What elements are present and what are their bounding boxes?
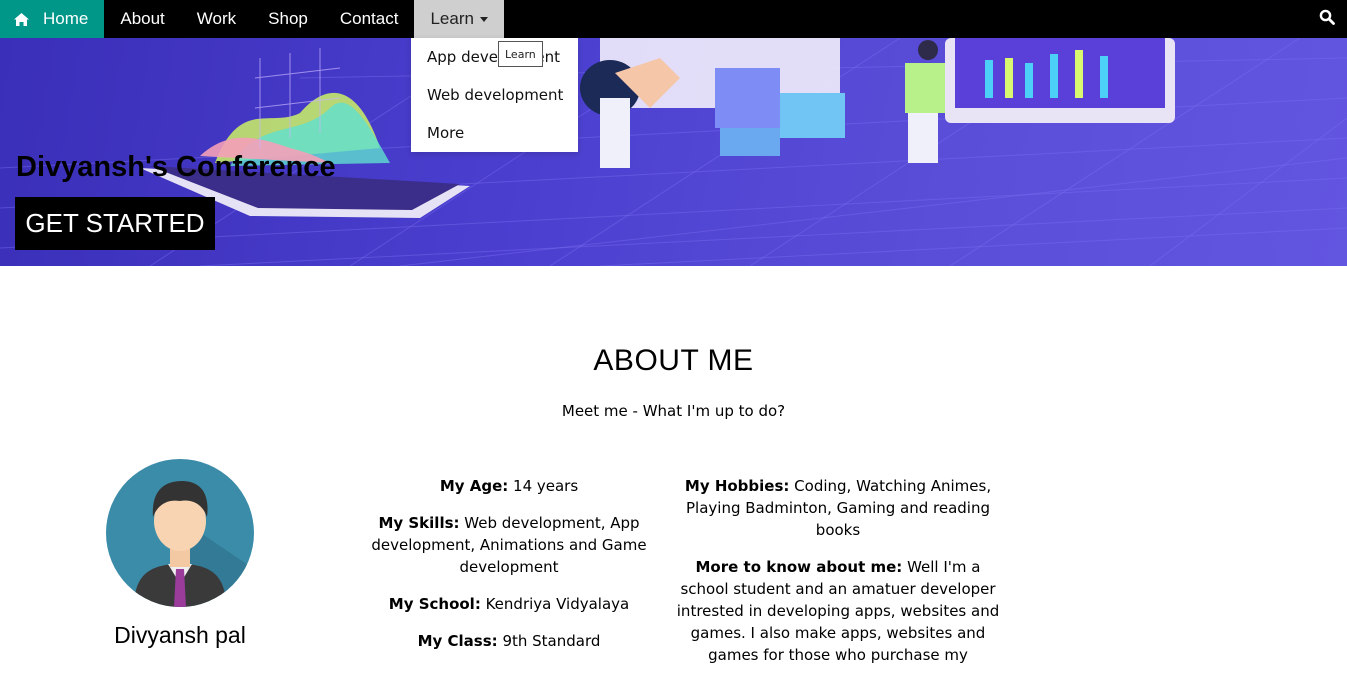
about-column-left: My Age: 14 years My Skills: Web developm… (365, 475, 653, 667)
field-school: My School: Kendriya Vidyalaya (388, 595, 630, 613)
dropdown-item-web-development[interactable]: Web development (411, 76, 578, 114)
about-heading: ABOUT ME (593, 344, 754, 377)
about-subtitle: Meet me - What I'm up to do? (561, 402, 786, 420)
nav-contact[interactable]: Contact (324, 0, 415, 38)
search-icon (1319, 9, 1335, 29)
get-started-button[interactable]: GET STARTED (15, 197, 215, 250)
field-age: My Age: 14 years (439, 477, 579, 495)
search-button[interactable] (1307, 0, 1347, 38)
nav-learn-label: Learn (430, 9, 474, 28)
hero-banner: Divyansh's Conference GET STARTED (0, 38, 1347, 266)
avatar (106, 459, 254, 607)
home-icon (14, 12, 29, 26)
nav-learn[interactable]: Learn (414, 0, 504, 38)
hero-title: Divyansh's Conference (16, 151, 336, 183)
nav-work[interactable]: Work (181, 0, 252, 38)
field-more-about: More to know about me: Well I'm a school… (676, 558, 1000, 664)
field-class: My Class: 9th Standard (417, 632, 601, 650)
field-hobbies: My Hobbies: Coding, Watching Animes, Pla… (684, 477, 992, 539)
about-column-right: My Hobbies: Coding, Watching Animes, Pla… (670, 475, 1006, 681)
learn-dropdown-menu: App development Web development More (411, 38, 578, 152)
dropdown-item-app-development[interactable]: App development (411, 38, 578, 76)
dropdown-item-more[interactable]: More (411, 114, 578, 152)
caret-down-icon (479, 16, 488, 22)
nav-shop[interactable]: Shop (252, 0, 324, 38)
nav-home-label: Home (43, 9, 89, 28)
nav-home[interactable]: Home (0, 0, 105, 38)
learn-tooltip: Learn (498, 41, 543, 67)
field-skills: My Skills: Web development, App developm… (371, 514, 647, 576)
nav-about[interactable]: About (104, 0, 180, 38)
person-name: Divyansh pal (114, 622, 246, 648)
top-navbar: Home About Work Shop Contact Learn (0, 0, 1347, 38)
